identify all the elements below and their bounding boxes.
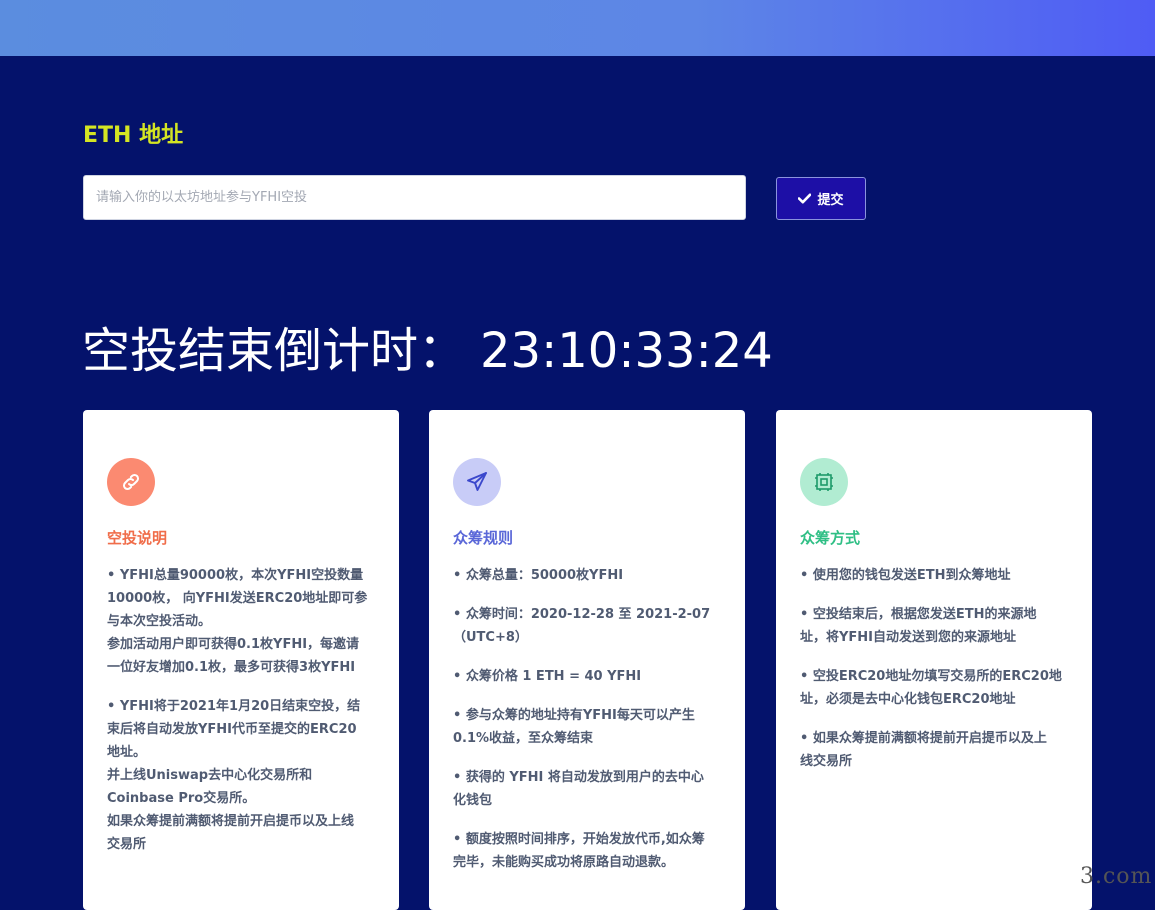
card-title: 众筹规则 bbox=[453, 529, 514, 547]
card-line: • 如果众筹提前满额将提前开启提币以及上 bbox=[800, 731, 1047, 746]
card-paragraph: • 额度按照时间排序，开始发放代币,如众筹 完毕，未能购买成功将原路自动退款。 bbox=[453, 828, 721, 874]
card-line: 并上线Uniswap去中心化交易所和 bbox=[107, 768, 313, 783]
card-line: • 使用您的钱包发送ETH到众筹地址 bbox=[800, 568, 1011, 583]
watermark-text: 3.com bbox=[1080, 864, 1153, 889]
card-line: 束后将自动发放YFHI代币至提交的ERC20 bbox=[107, 722, 357, 737]
card-line: 如果众筹提前满额将提前开启提币以及上线 bbox=[107, 814, 355, 829]
card-line: • 众筹总量：50000枚YFHI bbox=[453, 568, 624, 583]
card-paragraph: • YFHI总量90000枚，本次YFHI空投数量 10000枚， 向YFHI发… bbox=[107, 564, 375, 679]
card-line: 0.1%收益，至众筹结束 bbox=[453, 731, 594, 746]
card-body: • 使用您的钱包发送ETH到众筹地址 • 空投结束后，根据您发送ETH的来源地 … bbox=[800, 564, 1068, 773]
card-line: • 空投ERC20地址勿填写交易所的ERC20地 bbox=[800, 669, 1062, 684]
card-paragraph: • 参与众筹的地址持有YFHI每天可以产生 0.1%收益，至众筹结束 bbox=[453, 704, 721, 750]
paper-plane-icon bbox=[467, 472, 487, 491]
card-icon-wrap bbox=[453, 458, 501, 506]
card-line: • 获得的 YFHI 将自动发放到用户的去中心 bbox=[453, 770, 704, 785]
card-line: • 额度按照时间排序，开始发放代币,如众筹 bbox=[453, 832, 705, 847]
card-line: 交易所 bbox=[107, 837, 147, 852]
card-paragraph: • 众筹时间：2020-12-28 至 2021-2-07 （UTC+8） bbox=[453, 603, 721, 649]
card-icon-wrap bbox=[800, 458, 848, 506]
chip-icon bbox=[815, 473, 833, 491]
card-paragraph: • 空投ERC20地址勿填写交易所的ERC20地 址，必须是去中心化钱包ERC2… bbox=[800, 665, 1068, 711]
card-title: 众筹方式 bbox=[800, 529, 861, 547]
card-line: 址，将YFHI自动发送到您的来源地址 bbox=[800, 630, 1017, 645]
eth-address-input[interactable] bbox=[83, 175, 746, 220]
card-line: • 参与众筹的地址持有YFHI每天可以产生 bbox=[453, 708, 695, 723]
card-line: • YFHI总量90000枚，本次YFHI空投数量 bbox=[107, 568, 364, 583]
card-line: • 众筹时间：2020-12-28 至 2021-2-07 bbox=[453, 607, 711, 622]
card-line: 化钱包 bbox=[453, 793, 493, 808]
check-icon bbox=[798, 193, 812, 204]
submit-label: 提交 bbox=[817, 193, 844, 208]
airdrop-countdown: 空投结束倒计时： 23:10:33:24 bbox=[82, 318, 773, 384]
card-paragraph: • 众筹价格 1 ETH = 40 YFHI bbox=[453, 665, 721, 688]
card-line: Coinbase Pro交易所。 bbox=[107, 791, 256, 806]
card-icon-wrap bbox=[107, 458, 155, 506]
card-paragraph: • 众筹总量：50000枚YFHI bbox=[453, 564, 721, 587]
eth-address-label: ETH 地址 bbox=[83, 123, 184, 148]
card-paragraph: • 如果众筹提前满额将提前开启提币以及上 线交易所 bbox=[800, 727, 1068, 773]
card-crowdfund-method: 众筹方式 • 使用您的钱包发送ETH到众筹地址 • 空投结束后，根据您发送ETH… bbox=[776, 410, 1092, 910]
card-paragraph: • 空投结束后，根据您发送ETH的来源地 址，将YFHI自动发送到您的来源地址 bbox=[800, 603, 1068, 649]
card-line: 与本次空投活动。 bbox=[107, 614, 212, 629]
card-line: 一位好友增加0.1枚，最多可获得3枚YFHI bbox=[107, 660, 356, 675]
card-paragraph: • 获得的 YFHI 将自动发放到用户的去中心 化钱包 bbox=[453, 766, 721, 812]
card-line: 10000枚， 向YFHI发送ERC20地址即可参 bbox=[107, 591, 368, 606]
link-icon bbox=[122, 473, 140, 491]
countdown-label: 空投结束倒计时： bbox=[82, 323, 467, 379]
card-airdrop-info: 空投说明 • YFHI总量90000枚，本次YFHI空投数量 10000枚， 向… bbox=[83, 410, 399, 910]
card-line: 参加活动用户即可获得0.1枚YFHI，每邀请 bbox=[107, 637, 360, 652]
card-body: • YFHI总量90000枚，本次YFHI空投数量 10000枚， 向YFHI发… bbox=[107, 564, 375, 856]
card-line: 地址。 bbox=[107, 745, 147, 760]
countdown-time: 23:10:33:24 bbox=[480, 323, 773, 379]
card-line: 完毕，未能购买成功将原路自动退款。 bbox=[453, 855, 675, 870]
card-paragraph: • 使用您的钱包发送ETH到众筹地址 bbox=[800, 564, 1068, 587]
card-title: 空投说明 bbox=[107, 529, 168, 547]
card-line: （UTC+8） bbox=[453, 630, 528, 645]
card-crowdfund-rules: 众筹规则 • 众筹总量：50000枚YFHI • 众筹时间：2020-12-28… bbox=[429, 410, 745, 910]
card-line: 线交易所 bbox=[800, 754, 853, 769]
card-line: • 众筹价格 1 ETH = 40 YFHI bbox=[453, 669, 642, 684]
card-line: 址，必须是去中心化钱包ERC20地址 bbox=[800, 692, 1016, 707]
card-line: • YFHI将于2021年1月20日结束空投，结 bbox=[107, 699, 361, 714]
card-paragraph: • YFHI将于2021年1月20日结束空投，结 束后将自动发放YFHI代币至提… bbox=[107, 695, 375, 856]
top-header-bar bbox=[0, 0, 1155, 56]
submit-button[interactable]: 提交 bbox=[776, 177, 866, 220]
card-body: • 众筹总量：50000枚YFHI • 众筹时间：2020-12-28 至 20… bbox=[453, 564, 721, 874]
card-line: • 空投结束后，根据您发送ETH的来源地 bbox=[800, 607, 1037, 622]
